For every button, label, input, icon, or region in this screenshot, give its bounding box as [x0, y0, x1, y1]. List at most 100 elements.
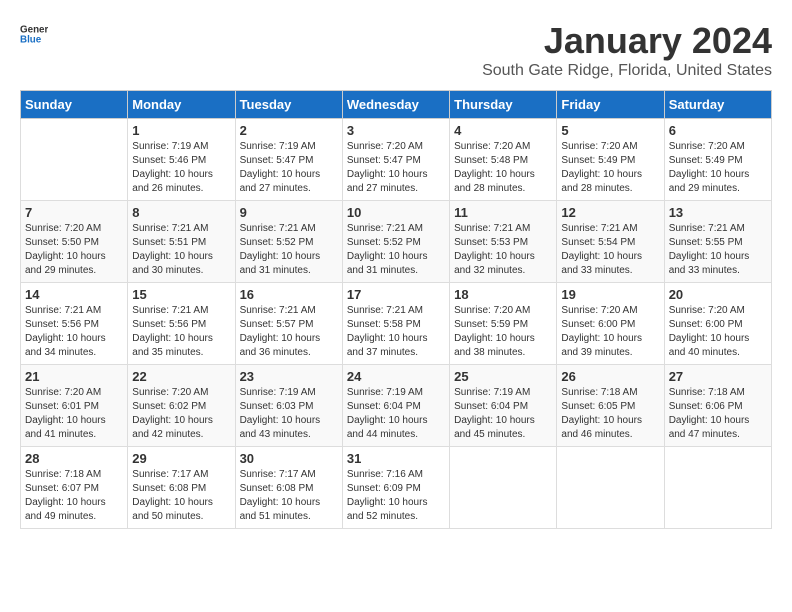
- calendar-cell: 5 Sunrise: 7:20 AMSunset: 5:49 PMDaylight…: [557, 119, 664, 201]
- day-info: Sunrise: 7:19 AMSunset: 6:04 PMDaylight:…: [454, 386, 552, 442]
- calendar-cell: 12 Sunrise: 7:21 AMSunset: 5:54 PMDayligh…: [557, 201, 664, 283]
- day-number: 25: [454, 369, 552, 384]
- day-info: Sunrise: 7:21 AMSunset: 5:57 PMDaylight:…: [240, 304, 338, 360]
- header: General Blue January 2024 South Gate Rid…: [20, 20, 772, 80]
- day-info: Sunrise: 7:21 AMSunset: 5:56 PMDaylight:…: [132, 304, 230, 360]
- calendar-header-row: SundayMondayTuesdayWednesdayThursdayFrid…: [21, 91, 772, 119]
- calendar-cell: 11 Sunrise: 7:21 AMSunset: 5:53 PMDayligh…: [450, 201, 557, 283]
- day-info: Sunrise: 7:20 AMSunset: 5:47 PMDaylight:…: [347, 140, 445, 196]
- calendar-cell: [21, 119, 128, 201]
- day-info: Sunrise: 7:21 AMSunset: 5:52 PMDaylight:…: [240, 222, 338, 278]
- day-number: 14: [25, 287, 123, 302]
- day-info: Sunrise: 7:21 AMSunset: 5:58 PMDaylight:…: [347, 304, 445, 360]
- day-number: 29: [132, 451, 230, 466]
- day-info: Sunrise: 7:20 AMSunset: 5:49 PMDaylight:…: [561, 140, 659, 196]
- header-friday: Friday: [557, 91, 664, 119]
- calendar-cell: [664, 447, 771, 529]
- day-info: Sunrise: 7:21 AMSunset: 5:52 PMDaylight:…: [347, 222, 445, 278]
- day-info: Sunrise: 7:19 AMSunset: 5:47 PMDaylight:…: [240, 140, 338, 196]
- calendar-week-1: 1Sunrise: 7:19 AMSunset: 5:46 PMDaylight…: [21, 119, 772, 201]
- day-info: Sunrise: 7:20 AMSunset: 5:59 PMDaylight:…: [454, 304, 552, 360]
- day-number: 2: [240, 123, 338, 138]
- day-number: 13: [669, 205, 767, 220]
- header-monday: Monday: [128, 91, 235, 119]
- calendar-cell: 21 Sunrise: 7:20 AMSunset: 6:01 PMDayligh…: [21, 365, 128, 447]
- calendar-cell: 16 Sunrise: 7:21 AMSunset: 5:57 PMDayligh…: [235, 283, 342, 365]
- day-info: Sunrise: 7:21 AMSunset: 5:53 PMDaylight:…: [454, 222, 552, 278]
- day-info: Sunrise: 7:20 AMSunset: 5:48 PMDaylight:…: [454, 140, 552, 196]
- logo-icon: General Blue: [20, 20, 48, 48]
- day-number: 19: [561, 287, 659, 302]
- calendar-week-4: 21 Sunrise: 7:20 AMSunset: 6:01 PMDayligh…: [21, 365, 772, 447]
- header-wednesday: Wednesday: [342, 91, 449, 119]
- calendar-cell: 15 Sunrise: 7:21 AMSunset: 5:56 PMDayligh…: [128, 283, 235, 365]
- calendar-cell: 9 Sunrise: 7:21 AMSunset: 5:52 PMDaylight…: [235, 201, 342, 283]
- header-saturday: Saturday: [664, 91, 771, 119]
- day-number: 17: [347, 287, 445, 302]
- day-info: Sunrise: 7:19 AMSunset: 6:04 PMDaylight:…: [347, 386, 445, 442]
- calendar-cell: 19 Sunrise: 7:20 AMSunset: 6:00 PMDayligh…: [557, 283, 664, 365]
- calendar-cell: 26 Sunrise: 7:18 AMSunset: 6:05 PMDayligh…: [557, 365, 664, 447]
- calendar-cell: 3Sunrise: 7:20 AMSunset: 5:47 PMDaylight…: [342, 119, 449, 201]
- day-number: 24: [347, 369, 445, 384]
- header-tuesday: Tuesday: [235, 91, 342, 119]
- day-number: 5: [561, 123, 659, 138]
- calendar-cell: 1Sunrise: 7:19 AMSunset: 5:46 PMDaylight…: [128, 119, 235, 201]
- day-number: 21: [25, 369, 123, 384]
- header-thursday: Thursday: [450, 91, 557, 119]
- calendar-cell: 24 Sunrise: 7:19 AMSunset: 6:04 PMDayligh…: [342, 365, 449, 447]
- day-info: Sunrise: 7:17 AMSunset: 6:08 PMDaylight:…: [240, 468, 338, 524]
- calendar-week-3: 14 Sunrise: 7:21 AMSunset: 5:56 PMDayligh…: [21, 283, 772, 365]
- day-info: Sunrise: 7:21 AMSunset: 5:54 PMDaylight:…: [561, 222, 659, 278]
- calendar-cell: 25 Sunrise: 7:19 AMSunset: 6:04 PMDayligh…: [450, 365, 557, 447]
- day-info: Sunrise: 7:18 AMSunset: 6:05 PMDaylight:…: [561, 386, 659, 442]
- day-info: Sunrise: 7:17 AMSunset: 6:08 PMDaylight:…: [132, 468, 230, 524]
- day-number: 4: [454, 123, 552, 138]
- calendar-cell: 13 Sunrise: 7:21 AMSunset: 5:55 PMDayligh…: [664, 201, 771, 283]
- calendar-cell: 22 Sunrise: 7:20 AMSunset: 6:02 PMDayligh…: [128, 365, 235, 447]
- day-number: 16: [240, 287, 338, 302]
- day-info: Sunrise: 7:20 AMSunset: 6:00 PMDaylight:…: [669, 304, 767, 360]
- day-info: Sunrise: 7:20 AMSunset: 5:49 PMDaylight:…: [669, 140, 767, 196]
- day-number: 26: [561, 369, 659, 384]
- main-title: January 2024: [482, 20, 772, 62]
- day-number: 15: [132, 287, 230, 302]
- day-number: 22: [132, 369, 230, 384]
- calendar-cell: 28 Sunrise: 7:18 AMSunset: 6:07 PMDayligh…: [21, 447, 128, 529]
- calendar-cell: 20 Sunrise: 7:20 AMSunset: 6:00 PMDayligh…: [664, 283, 771, 365]
- day-number: 20: [669, 287, 767, 302]
- calendar-cell: 17 Sunrise: 7:21 AMSunset: 5:58 PMDayligh…: [342, 283, 449, 365]
- day-info: Sunrise: 7:20 AMSunset: 6:02 PMDaylight:…: [132, 386, 230, 442]
- calendar-cell: 14Sunrise: 7:21 AMSunset: 5:56 PMDayligh…: [21, 283, 128, 365]
- calendar-week-2: 7 Sunrise: 7:20 AMSunset: 5:50 PMDaylight…: [21, 201, 772, 283]
- day-number: 9: [240, 205, 338, 220]
- day-info: Sunrise: 7:18 AMSunset: 6:07 PMDaylight:…: [25, 468, 123, 524]
- calendar-week-5: 28 Sunrise: 7:18 AMSunset: 6:07 PMDayligh…: [21, 447, 772, 529]
- calendar-cell: 23Sunrise: 7:19 AMSunset: 6:03 PMDayligh…: [235, 365, 342, 447]
- day-info: Sunrise: 7:20 AMSunset: 6:01 PMDaylight:…: [25, 386, 123, 442]
- day-info: Sunrise: 7:20 AMSunset: 6:00 PMDaylight:…: [561, 304, 659, 360]
- day-number: 8: [132, 205, 230, 220]
- day-number: 28: [25, 451, 123, 466]
- day-number: 10: [347, 205, 445, 220]
- day-info: Sunrise: 7:20 AMSunset: 5:50 PMDaylight:…: [25, 222, 123, 278]
- calendar-cell: [450, 447, 557, 529]
- day-number: 18: [454, 287, 552, 302]
- calendar-cell: 29 Sunrise: 7:17 AMSunset: 6:08 PMDayligh…: [128, 447, 235, 529]
- day-number: 12: [561, 205, 659, 220]
- day-number: 7: [25, 205, 123, 220]
- day-number: 1: [132, 123, 230, 138]
- calendar-cell: 8 Sunrise: 7:21 AMSunset: 5:51 PMDaylight…: [128, 201, 235, 283]
- calendar-cell: 4 Sunrise: 7:20 AMSunset: 5:48 PMDaylight…: [450, 119, 557, 201]
- day-number: 31: [347, 451, 445, 466]
- day-info: Sunrise: 7:21 AMSunset: 5:51 PMDaylight:…: [132, 222, 230, 278]
- calendar-cell: [557, 447, 664, 529]
- subtitle: South Gate Ridge, Florida, United States: [482, 62, 772, 80]
- calendar-cell: 7 Sunrise: 7:20 AMSunset: 5:50 PMDaylight…: [21, 201, 128, 283]
- calendar-cell: 18 Sunrise: 7:20 AMSunset: 5:59 PMDayligh…: [450, 283, 557, 365]
- day-number: 30: [240, 451, 338, 466]
- logo: General Blue: [20, 20, 48, 48]
- day-info: Sunrise: 7:19 AMSunset: 6:03 PMDaylight:…: [240, 386, 338, 442]
- day-info: Sunrise: 7:21 AMSunset: 5:55 PMDaylight:…: [669, 222, 767, 278]
- day-number: 11: [454, 205, 552, 220]
